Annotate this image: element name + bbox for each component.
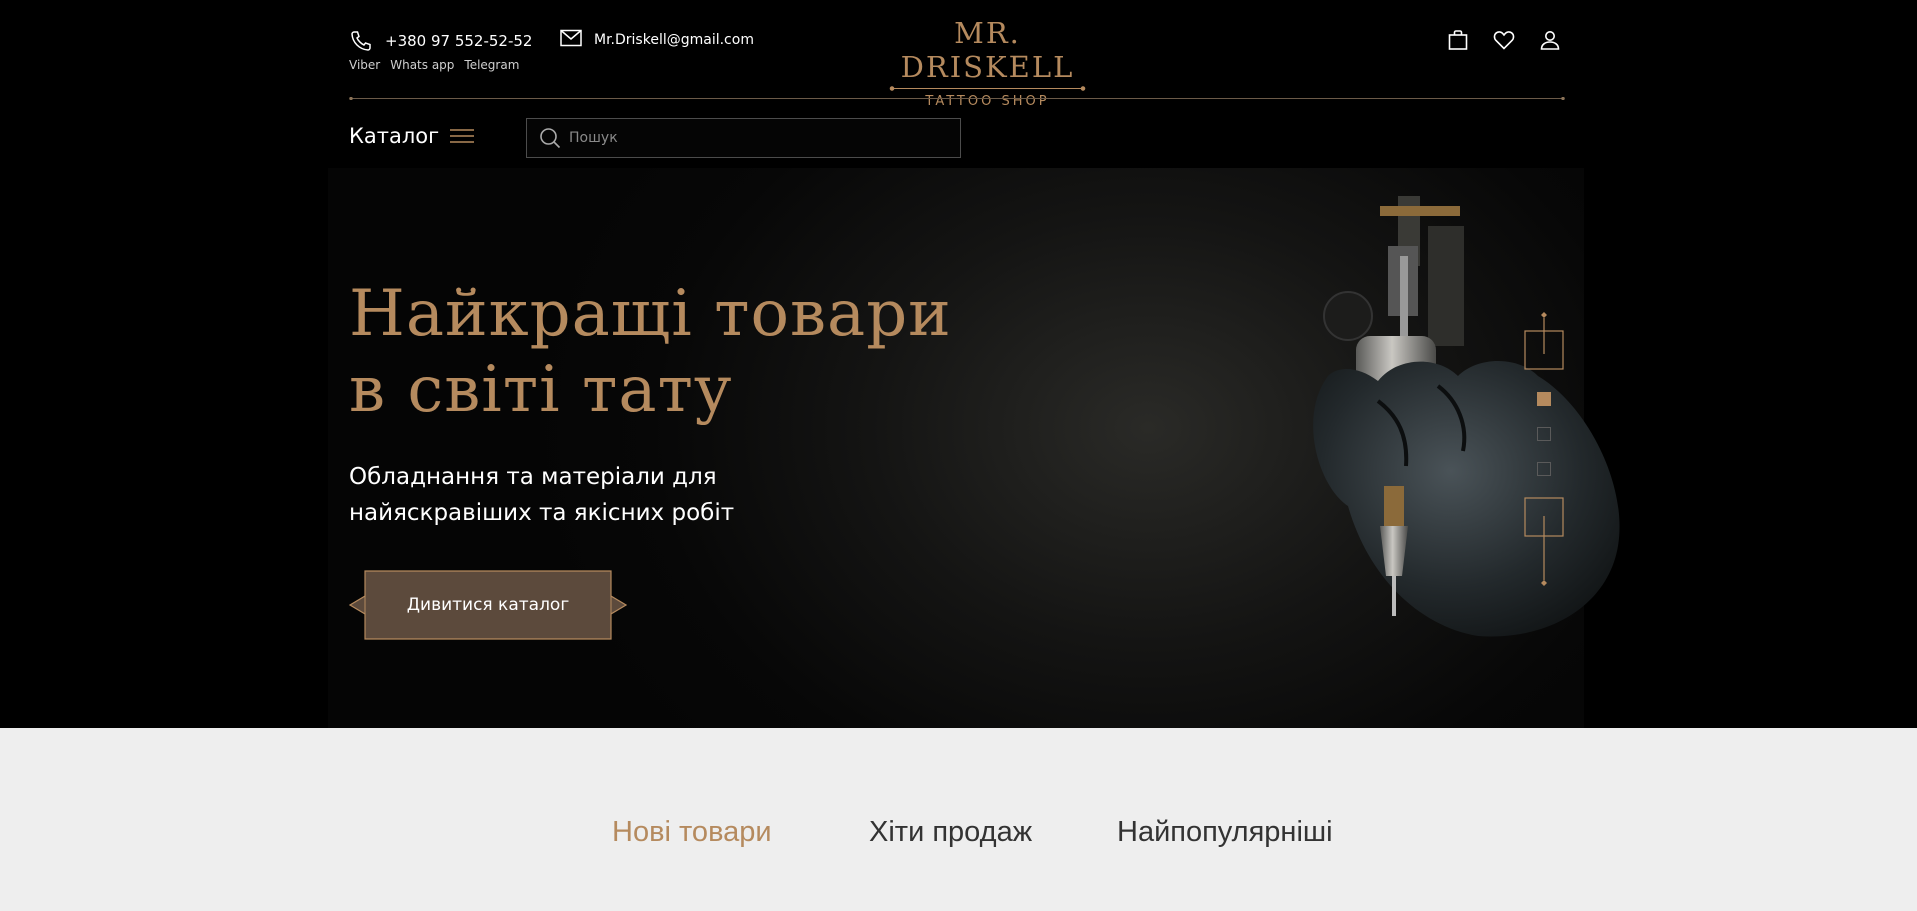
- view-catalog-button[interactable]: Дивитися каталог: [349, 570, 627, 640]
- tab-most-popular[interactable]: Найпопулярніші: [1117, 816, 1333, 849]
- hero-title-line-1: Найкращі товари: [349, 277, 952, 351]
- tattoo-machine-image: [1313, 196, 1620, 637]
- email-address[interactable]: Mr.Driskell@gmail.com: [594, 32, 754, 48]
- slider-dot-3[interactable]: [1537, 462, 1551, 476]
- product-tabs-section: Нові товари Хіти продаж Найпопулярніші: [0, 728, 1917, 911]
- hero-title: Найкращі товари в світі тату: [349, 276, 952, 428]
- phone-icon: [349, 29, 373, 53]
- catalog-menu-button[interactable]: Каталог: [349, 124, 475, 148]
- header-actions: [1446, 28, 1562, 52]
- search-input[interactable]: [569, 130, 949, 146]
- slider-next-arrow[interactable]: [1523, 496, 1565, 592]
- hero-subtitle-line-1: Обладнання та матеріали для: [349, 464, 717, 490]
- logo-ornament: [888, 84, 1087, 93]
- messenger-link-whatsapp[interactable]: Whats app: [390, 58, 454, 72]
- site-header: +380 97 552-52-52 Viber Whats app Telegr…: [0, 0, 1917, 168]
- messenger-link-telegram[interactable]: Telegram: [464, 58, 519, 72]
- email-contact[interactable]: Mr.Driskell@gmail.com: [560, 29, 754, 51]
- shopping-bag-icon[interactable]: [1446, 28, 1470, 52]
- slider-prev-arrow[interactable]: [1523, 308, 1565, 370]
- logo-title: MR. DRISKELL: [900, 16, 1075, 84]
- slider-dot-2[interactable]: [1537, 427, 1551, 441]
- heart-icon[interactable]: [1492, 28, 1516, 52]
- view-catalog-label: Дивитися каталог: [406, 595, 570, 615]
- tab-new-products[interactable]: Нові товари: [612, 816, 772, 849]
- phone-contact[interactable]: +380 97 552-52-52: [349, 29, 532, 53]
- search-icon[interactable]: [539, 127, 561, 149]
- hamburger-icon: [449, 127, 475, 145]
- hero-banner: Найкращі товари в світі тату Обладнання …: [0, 168, 1917, 728]
- hero-background: [328, 168, 1620, 728]
- phone-number[interactable]: +380 97 552-52-52: [385, 32, 532, 50]
- user-icon[interactable]: [1538, 28, 1562, 52]
- header-divider: [349, 97, 1565, 100]
- hero-subtitle: Обладнання та матеріали для найяскравіши…: [349, 459, 749, 531]
- hero-title-line-2: в світі тату: [349, 353, 733, 427]
- mail-icon: [560, 29, 582, 51]
- catalog-label: Каталог: [349, 124, 440, 148]
- logo-subtitle: TATTOO SHOP: [925, 94, 1050, 109]
- slider-navigation: [1523, 308, 1565, 588]
- messenger-links: Viber Whats app Telegram: [349, 58, 519, 72]
- messenger-link-viber[interactable]: Viber: [349, 58, 380, 72]
- search-bar: [526, 118, 961, 158]
- hero-subtitle-line-2: найяскравіших та якісних робіт: [349, 500, 735, 526]
- slider-dot-1[interactable]: [1537, 392, 1551, 406]
- tab-bestsellers[interactable]: Хіти продаж: [869, 816, 1032, 849]
